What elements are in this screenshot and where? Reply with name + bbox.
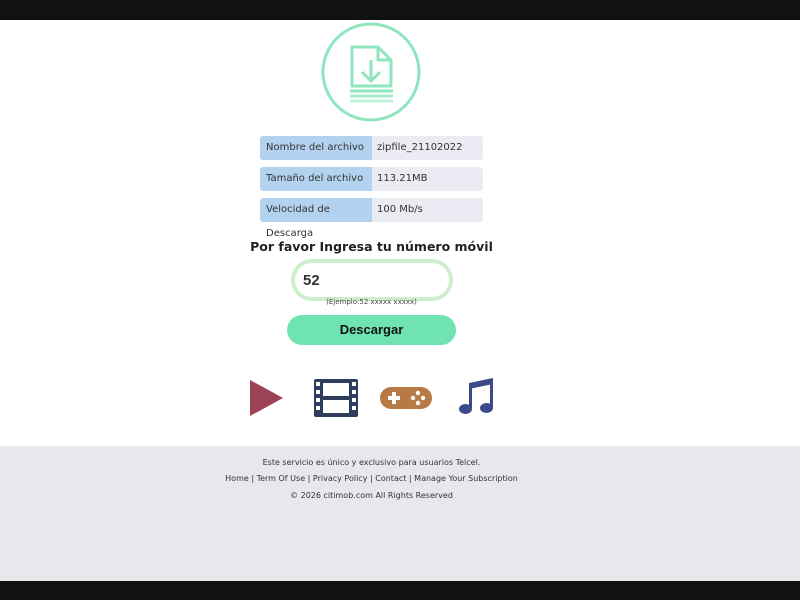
footer-separator: | xyxy=(408,474,412,483)
info-label: Tamaño del archivo xyxy=(260,167,372,191)
play-icon xyxy=(247,378,285,422)
phone-input[interactable] xyxy=(295,263,449,297)
download-file-icon xyxy=(321,22,421,122)
footer-link-home[interactable]: Home xyxy=(225,474,249,483)
bottom-bar xyxy=(0,581,800,600)
gamepad-icon xyxy=(378,378,434,422)
phone-prompt: Por favor Ingresa tu número móvil xyxy=(250,239,493,254)
footer-separator: | xyxy=(370,474,373,483)
info-label: Nombre del archivo xyxy=(260,136,372,160)
footer: Este servicio es único y exclusivo para … xyxy=(0,446,800,581)
footer-link-contact[interactable]: Contact xyxy=(375,474,406,483)
footer-link-terms[interactable]: Term Of Use xyxy=(257,474,306,483)
footer-links: Home | Term Of Use | Privacy Policy | Co… xyxy=(0,474,743,483)
download-button[interactable]: Descargar xyxy=(287,315,456,345)
info-value: zipfile_21102022 xyxy=(372,136,483,160)
film-icon xyxy=(313,378,359,422)
info-row-download-speed: Velocidad de Descarga 100 Mb/s xyxy=(260,198,483,239)
footer-notice: Este servicio es único y exclusivo para … xyxy=(262,458,481,467)
info-label: Velocidad de Descarga xyxy=(260,198,372,239)
footer-separator: | xyxy=(251,474,255,483)
info-value: 100 Mb/s xyxy=(372,198,483,222)
footer-link-manage-subscription[interactable]: Manage Your Subscription xyxy=(414,474,518,483)
phone-field-wrapper xyxy=(291,259,453,301)
page: Nombre del archivo zipfile_21102022 Tama… xyxy=(0,20,800,581)
info-row-file-name: Nombre del archivo zipfile_21102022 xyxy=(260,136,483,160)
phone-hint: (Ejemplo:52 xxxxx xxxxx) xyxy=(326,298,417,306)
music-note-icon xyxy=(457,378,497,422)
footer-separator: | xyxy=(307,474,311,483)
info-value: 113.21MB xyxy=(372,167,483,191)
top-bar xyxy=(0,0,800,20)
footer-copyright: © 2026 citimob.com All Rights Reserved xyxy=(290,491,453,500)
footer-link-privacy[interactable]: Privacy Policy xyxy=(313,474,368,483)
info-row-file-size: Tamaño del archivo 113.21MB xyxy=(260,167,483,191)
